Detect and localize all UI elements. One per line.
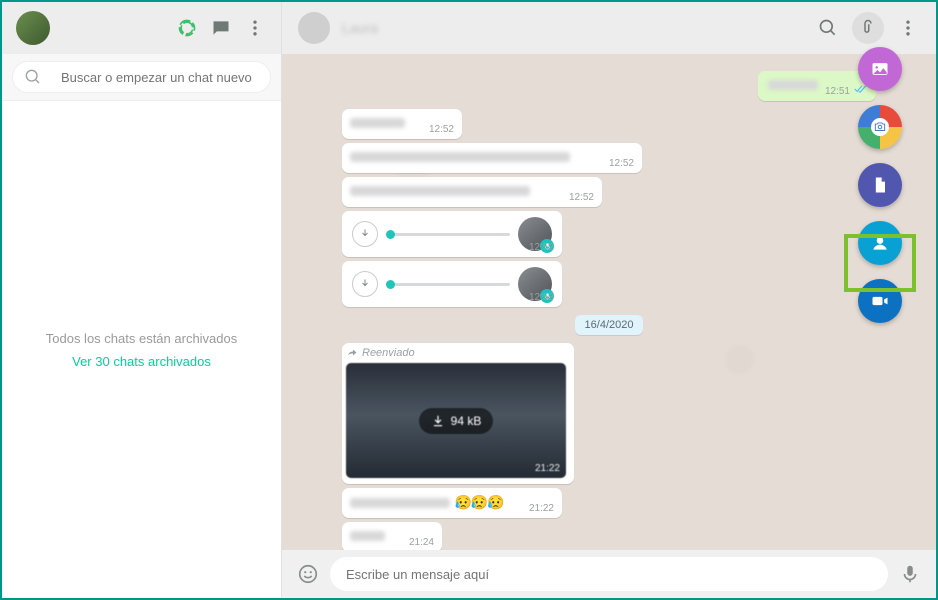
media-message[interactable]: Reenviado 94 kB 21:22 bbox=[342, 343, 574, 484]
message-in[interactable]: 12:52 bbox=[342, 143, 642, 173]
msg-time: 12:53 bbox=[529, 292, 554, 303]
chat-messages[interactable]: 12:51 12:52 12:52 12:52 12:52 12:53 16/4… bbox=[282, 54, 936, 550]
chat-menu-icon[interactable] bbox=[896, 16, 920, 40]
chat-pane: Laura 12:51 bbox=[282, 2, 936, 598]
message-in[interactable]: 😥😥😥 21:22 bbox=[342, 488, 562, 518]
voice-message[interactable]: 12:53 bbox=[342, 261, 562, 307]
msg-time: 12:52 bbox=[609, 158, 634, 169]
contact-name[interactable]: Laura bbox=[342, 20, 378, 36]
archived-placeholder: Todos los chats están archivados Ver 30 … bbox=[2, 101, 281, 598]
attach-room-button[interactable] bbox=[858, 279, 902, 323]
attach-menu bbox=[858, 47, 902, 323]
message-in[interactable]: 21:24 bbox=[342, 522, 442, 550]
sidebar: Todos los chats están archivados Ver 30 … bbox=[2, 2, 282, 598]
attach-contact-button[interactable] bbox=[858, 221, 902, 265]
sidebar-header bbox=[2, 2, 281, 54]
message-in[interactable]: 12:52 bbox=[342, 109, 462, 139]
msg-time: 21:22 bbox=[529, 503, 554, 514]
media-thumbnail[interactable]: 94 kB 21:22 bbox=[346, 363, 566, 478]
voice-message[interactable]: 12:52 bbox=[342, 211, 562, 257]
attach-camera-button[interactable] bbox=[858, 105, 902, 149]
attach-gallery-button[interactable] bbox=[858, 47, 902, 91]
msg-time: 21:22 bbox=[535, 463, 560, 474]
search-input[interactable] bbox=[61, 70, 258, 85]
date-separator: 16/4/2020 bbox=[575, 315, 644, 335]
play-icon[interactable] bbox=[352, 271, 378, 297]
search-wrap bbox=[2, 54, 281, 101]
new-chat-icon[interactable] bbox=[209, 16, 233, 40]
msg-time: 12:51 bbox=[825, 86, 850, 97]
message-input[interactable] bbox=[346, 567, 872, 582]
voice-track[interactable] bbox=[386, 283, 510, 286]
archived-text: Todos los chats están archivados bbox=[46, 331, 238, 346]
voice-track[interactable] bbox=[386, 233, 510, 236]
chat-header: Laura bbox=[282, 2, 936, 54]
own-avatar[interactable] bbox=[16, 11, 50, 45]
menu-icon[interactable] bbox=[243, 16, 267, 40]
msg-time: 12:52 bbox=[529, 242, 554, 253]
emoji-icon[interactable] bbox=[296, 562, 320, 586]
forwarded-label: Reenviado bbox=[346, 347, 570, 359]
compose-input-wrap[interactable] bbox=[330, 557, 888, 591]
contact-avatar[interactable] bbox=[298, 12, 330, 44]
status-icon[interactable] bbox=[175, 16, 199, 40]
play-icon[interactable] bbox=[352, 221, 378, 247]
emoji-text: 😥😥😥 bbox=[454, 494, 503, 510]
attach-icon[interactable] bbox=[852, 12, 884, 44]
compose-bar bbox=[282, 550, 936, 598]
msg-time: 21:24 bbox=[409, 537, 434, 548]
attach-document-button[interactable] bbox=[858, 163, 902, 207]
msg-time: 12:52 bbox=[429, 124, 454, 135]
media-size: 94 kB bbox=[451, 414, 482, 428]
mic-icon[interactable] bbox=[898, 562, 922, 586]
msg-time: 12:52 bbox=[569, 192, 594, 203]
download-button[interactable]: 94 kB bbox=[419, 408, 494, 434]
archived-link[interactable]: Ver 30 chats archivados bbox=[72, 354, 211, 369]
search-chat-icon[interactable] bbox=[816, 16, 840, 40]
search-icon bbox=[25, 69, 41, 85]
message-in[interactable]: 12:52 bbox=[342, 177, 602, 207]
search-box[interactable] bbox=[12, 61, 271, 93]
